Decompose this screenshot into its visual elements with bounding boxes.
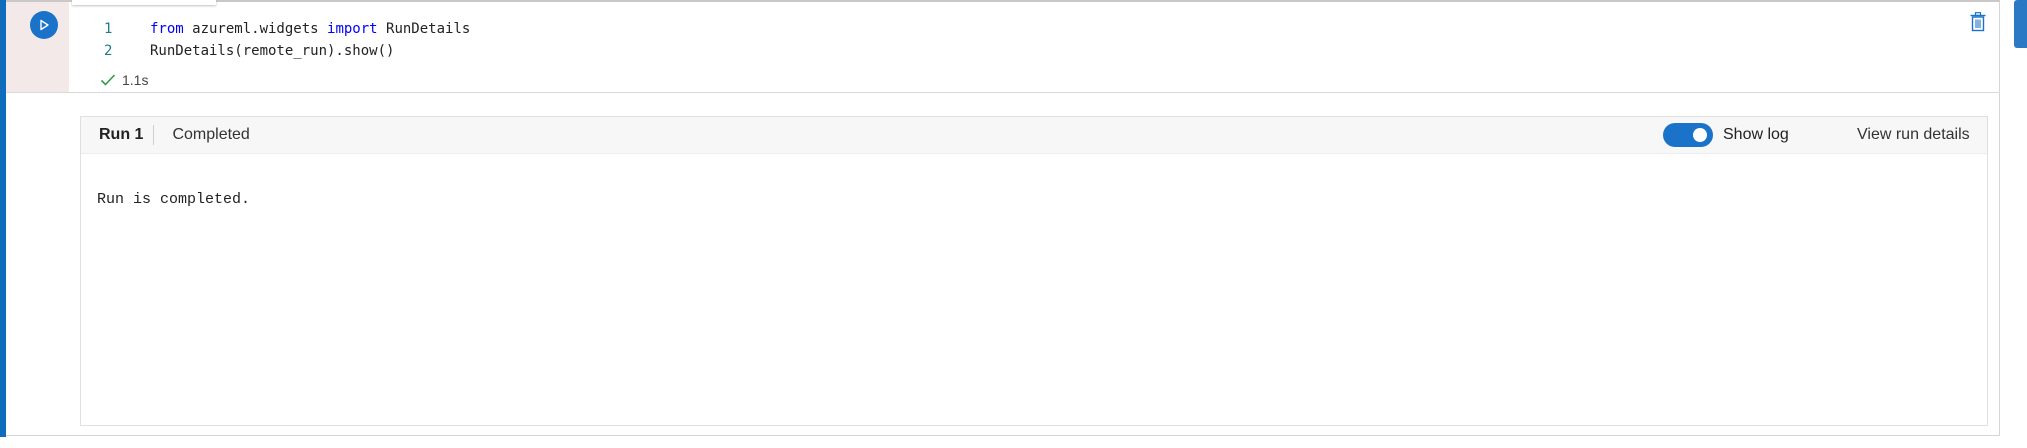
trash-icon[interactable] [1970, 12, 1986, 37]
cell-output-divider [6, 92, 2000, 93]
show-log-control: Show log [1663, 123, 1789, 147]
show-log-label: Show log [1723, 126, 1789, 143]
execution-time: 1.1s [122, 72, 149, 88]
code-token: RunDetails(remote_run).show() [150, 43, 395, 59]
run-status: Completed [172, 126, 250, 143]
code-line: 2 RunDetails(remote_run).show() [100, 40, 470, 62]
line-number: 2 [104, 43, 113, 59]
run-cell-button[interactable] [30, 11, 58, 39]
side-panel-tab[interactable] [2014, 0, 2027, 48]
show-log-toggle[interactable] [1663, 123, 1713, 147]
header-separator [153, 125, 155, 145]
code-line: 1 from azureml.widgets import RunDetails [100, 18, 470, 40]
code-keyword: import [327, 21, 378, 37]
execution-status: 1.1s [100, 70, 148, 90]
code-text: from azureml.widgets import RunDetails [150, 18, 470, 40]
cell-gutter [6, 2, 69, 92]
run-details-widget: Run 1 Completed Show log View run detail… [80, 116, 1988, 426]
notebook-cell-page: 1 from azureml.widgets import RunDetails 2… [0, 0, 2027, 448]
log-output: Run is completed. [97, 191, 251, 208]
toggle-knob [1693, 128, 1707, 142]
widget-header: Run 1 Completed Show log View run detail… [81, 117, 1987, 154]
code-editor[interactable]: 1 from azureml.widgets import RunDetails 2… [100, 18, 470, 62]
code-keyword: from [150, 21, 184, 37]
cell-toolbar-tab [72, 0, 216, 5]
play-icon [40, 19, 49, 31]
code-text: RunDetails(remote_run).show() [150, 40, 394, 62]
code-token: azureml.widgets [183, 21, 328, 37]
line-number: 1 [104, 21, 113, 37]
checkmark-icon [100, 74, 116, 86]
view-run-details-link[interactable]: View run details [1857, 126, 1970, 144]
code-token: RunDetails [377, 21, 471, 37]
run-title: Run 1 [99, 126, 144, 143]
